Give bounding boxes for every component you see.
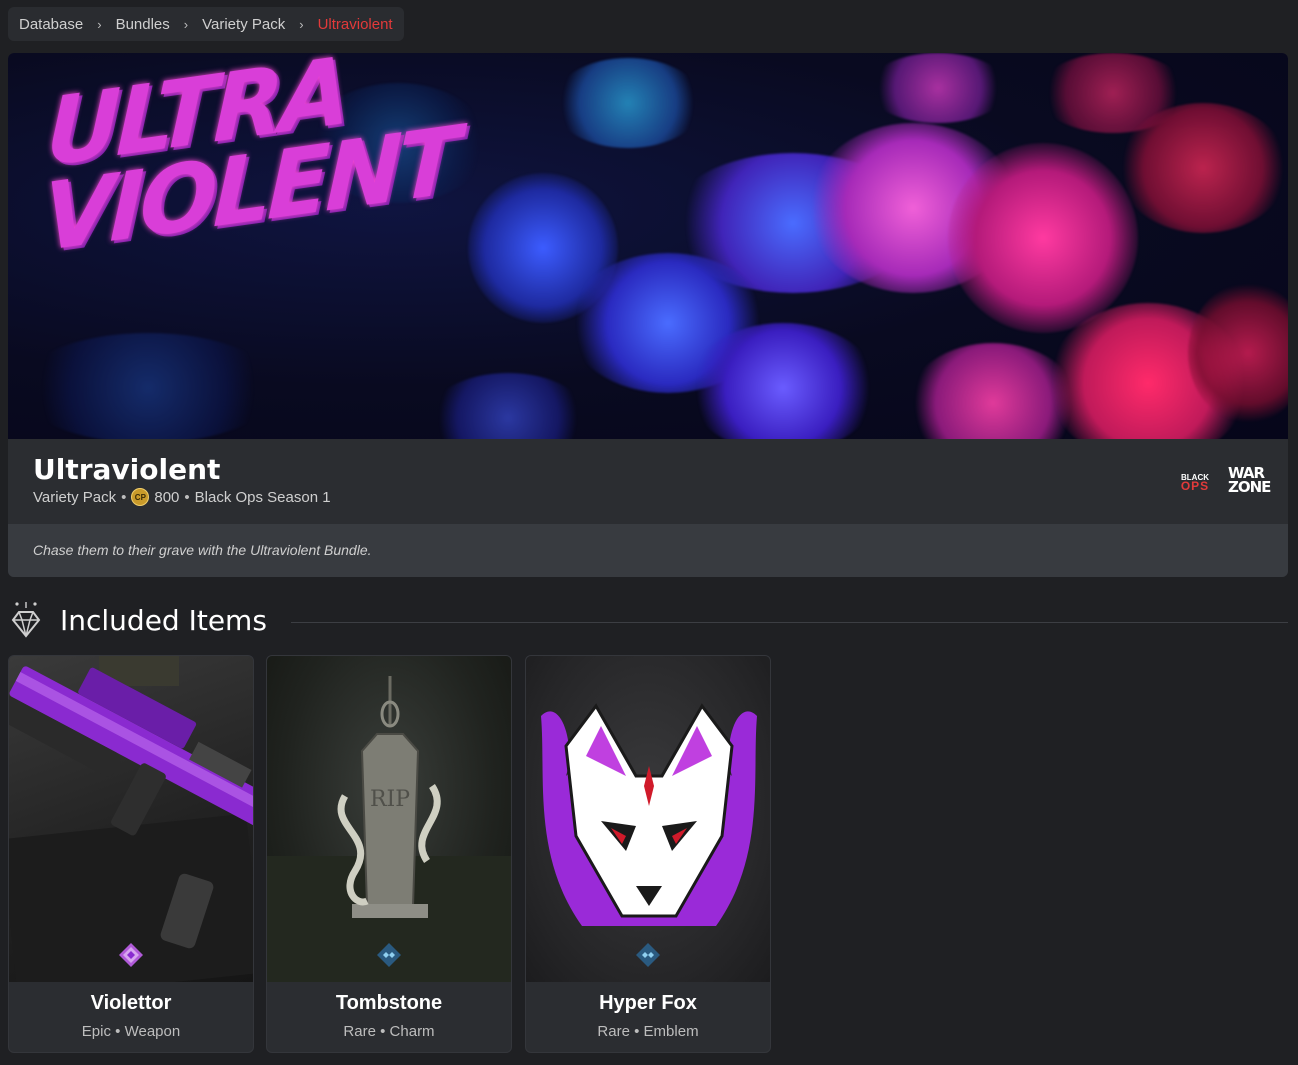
item-image-weapon: [9, 656, 253, 982]
separator-dot: •: [380, 1023, 386, 1040]
rare-rarity-icon: [377, 943, 401, 967]
separator-dot: •: [184, 488, 190, 506]
bundle-title: Ultraviolent: [33, 453, 221, 486]
chevron-right-icon: ›: [97, 16, 102, 32]
warzone-logo: WAR ZONE: [1228, 464, 1271, 496]
bundle-type: Variety Pack: [33, 488, 117, 506]
svg-text:RIP: RIP: [370, 787, 410, 812]
separator-dot: •: [634, 1023, 640, 1040]
item-name: Hyper Fox: [599, 992, 697, 1014]
weapon-illustration: [9, 656, 253, 982]
black-ops-logo-bottom: OPS: [1180, 479, 1210, 493]
item-name: Violettor: [90, 992, 172, 1014]
bundle-meta: Variety Pack • CP 800 • Black Ops Season…: [33, 488, 331, 506]
black-ops-logo: BLACK OPS: [1178, 473, 1212, 493]
item-meta: Epic • Weapon: [9, 1023, 253, 1040]
chevron-right-icon: ›: [183, 16, 189, 32]
bundle-description: Chase them to their grave with the Ultra…: [33, 542, 372, 558]
bundle-price: 800: [154, 488, 180, 506]
fox-emblem-illustration: [541, 703, 757, 926]
fingerprint-shape: [868, 53, 1008, 123]
bundle-card: ULTRA VIOLENT Ultraviolent Variety Pack …: [8, 53, 1288, 577]
item-type: Weapon: [124, 1023, 181, 1040]
item-name: Tombstone: [335, 992, 443, 1014]
breadcrumb-database[interactable]: Database: [19, 16, 83, 33]
fingerprint-shape: [1118, 103, 1288, 233]
item-card-violettor[interactable]: Violettor Epic • Weapon: [8, 655, 254, 1053]
chevron-right-icon: ›: [299, 16, 304, 32]
charm-illustration: RIP: [267, 676, 511, 982]
fingerprint-shape: [428, 373, 588, 439]
separator-dot: •: [115, 1023, 121, 1040]
fingerprint-shape: [553, 58, 703, 148]
bundle-info: Ultraviolent Variety Pack • CP 800 • Bla…: [8, 439, 1288, 524]
bundle-season: Black Ops Season 1: [194, 488, 331, 506]
included-items-header: Included Items: [8, 598, 1288, 642]
separator-dot: •: [121, 488, 127, 506]
fingerprint-shape: [948, 143, 1138, 333]
item-rarity: Rare: [343, 1023, 376, 1040]
fingerprint-shape: [18, 333, 278, 439]
item-meta: Rare • Emblem: [526, 1023, 770, 1040]
item-card-hyper-fox[interactable]: Hyper Fox Rare • Emblem: [525, 655, 771, 1053]
diamond-icon: [11, 602, 41, 638]
breadcrumb-bundles[interactable]: Bundles: [116, 16, 170, 33]
cp-coin-icon: CP: [131, 488, 150, 506]
breadcrumb-variety-pack[interactable]: Variety Pack: [202, 16, 285, 33]
section-divider: [290, 621, 1288, 623]
breadcrumb-current: Ultraviolent: [317, 15, 393, 33]
item-rarity: Rare: [597, 1023, 630, 1040]
fingerprint-shape: [688, 323, 878, 439]
item-type: Emblem: [643, 1023, 699, 1040]
epic-rarity-icon: [119, 943, 143, 967]
banner-logo-text: ULTRA VIOLENT: [41, 53, 459, 273]
item-card-tombstone[interactable]: RIP Tombstone Rare • Charm: [266, 655, 512, 1053]
bundle-description-bar: Chase them to their grave with the Ultra…: [8, 524, 1288, 577]
item-rarity: Epic: [81, 1023, 111, 1040]
item-image-emblem: [526, 656, 770, 982]
item-meta: Rare • Charm: [267, 1023, 511, 1040]
breadcrumb: Database › Bundles › Variety Pack › Ultr…: [8, 7, 404, 41]
item-type: Charm: [389, 1023, 435, 1040]
bundle-banner-image: ULTRA VIOLENT: [8, 53, 1288, 439]
item-image-charm: RIP: [267, 656, 511, 982]
rare-rarity-icon: [636, 943, 660, 967]
section-title: Included Items: [60, 603, 267, 637]
